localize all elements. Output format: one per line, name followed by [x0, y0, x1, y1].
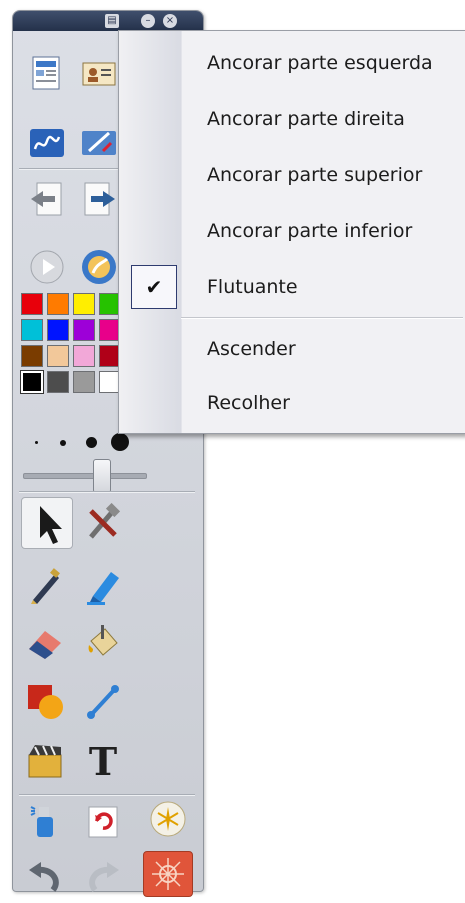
- color-swatch[interactable]: [21, 293, 43, 315]
- eraser-icon[interactable]: [25, 623, 65, 663]
- gallery-icon[interactable]: [79, 247, 119, 287]
- menu-item-label: Ancorar parte inferior: [207, 220, 413, 242]
- menu-item-label: Ancorar parte esquerda: [207, 52, 433, 74]
- checkmark-icon: ✔: [131, 265, 177, 309]
- pen-size-small[interactable]: [35, 441, 38, 444]
- toolbar-divider: [19, 491, 195, 493]
- color-swatch[interactable]: [73, 345, 95, 367]
- clear-spray-icon[interactable]: [25, 801, 65, 841]
- menu-item-dock-left[interactable]: Ancorar parte esquerda: [119, 35, 465, 91]
- menu-icon[interactable]: ▤: [105, 14, 119, 28]
- menu-item-label: Flutuante: [207, 276, 298, 298]
- close-icon[interactable]: ×: [163, 14, 177, 28]
- minimize-icon[interactable]: –: [141, 14, 155, 28]
- toolbar-titlebar[interactable]: ▤ – ×: [13, 11, 203, 31]
- redo-icon[interactable]: [83, 856, 123, 896]
- dock-context-menu: Ancorar parte esquerda Ancorar parte dir…: [118, 30, 465, 434]
- menu-item-dock-bottom[interactable]: Ancorar parte inferior: [119, 203, 465, 259]
- pen-size-medium[interactable]: [60, 440, 66, 446]
- select-pointer-button[interactable]: [21, 497, 73, 549]
- pen-size-large[interactable]: [86, 437, 97, 448]
- handwriting-icon[interactable]: [27, 123, 67, 163]
- menu-item-label: Ancorar parte direita: [207, 108, 405, 130]
- contact-card-icon[interactable]: [79, 53, 119, 93]
- color-swatch[interactable]: [73, 293, 95, 315]
- color-swatch[interactable]: [21, 345, 43, 367]
- previous-page-icon[interactable]: [27, 179, 67, 219]
- color-swatch[interactable]: [21, 319, 43, 341]
- color-swatch[interactable]: [47, 345, 69, 367]
- menu-item-label: Ancorar parte superior: [207, 164, 423, 186]
- menu-item-dock-top[interactable]: Ancorar parte superior: [119, 147, 465, 203]
- fill-bucket-icon[interactable]: [83, 623, 123, 663]
- magic-effect-icon[interactable]: [143, 851, 193, 897]
- color-swatch[interactable]: [47, 319, 69, 341]
- color-swatch[interactable]: [73, 319, 95, 341]
- undo-icon[interactable]: [25, 856, 65, 896]
- toolbar-divider: [19, 794, 195, 796]
- next-page-icon[interactable]: [79, 179, 119, 219]
- refresh-icon[interactable]: [83, 801, 123, 841]
- menu-item-collapse[interactable]: Recolher: [119, 375, 465, 431]
- menu-item-floating[interactable]: ✔ Flutuante: [119, 259, 465, 315]
- svg-text:T: T: [89, 741, 117, 781]
- color-swatch[interactable]: [47, 371, 69, 393]
- media-icon[interactable]: [25, 741, 65, 781]
- highlighter-icon[interactable]: [83, 566, 123, 606]
- page-sorter-icon[interactable]: [27, 53, 67, 93]
- menu-separator: [181, 317, 463, 319]
- menu-item-label: Recolher: [207, 392, 290, 414]
- screen-annotate-icon[interactable]: [79, 123, 119, 163]
- menu-item-dock-right[interactable]: Ancorar parte direita: [119, 91, 465, 147]
- menu-item-raise[interactable]: Ascender: [119, 321, 465, 377]
- play-icon[interactable]: [27, 247, 67, 287]
- pen-icon[interactable]: [25, 566, 65, 606]
- shapes-icon[interactable]: [25, 681, 65, 721]
- recorder-icon[interactable]: [148, 799, 188, 839]
- menu-item-label: Ascender: [207, 338, 296, 360]
- color-swatch[interactable]: [47, 293, 69, 315]
- text-icon[interactable]: T: [83, 741, 123, 781]
- line-icon[interactable]: [83, 681, 123, 721]
- pen-size-extra-large[interactable]: [111, 433, 129, 451]
- color-swatch[interactable]: [20, 370, 44, 394]
- color-swatch[interactable]: [73, 371, 95, 393]
- transparency-slider-track[interactable]: [23, 473, 147, 479]
- transparency-slider-thumb[interactable]: [93, 459, 111, 493]
- settings-tools-icon[interactable]: [83, 503, 123, 543]
